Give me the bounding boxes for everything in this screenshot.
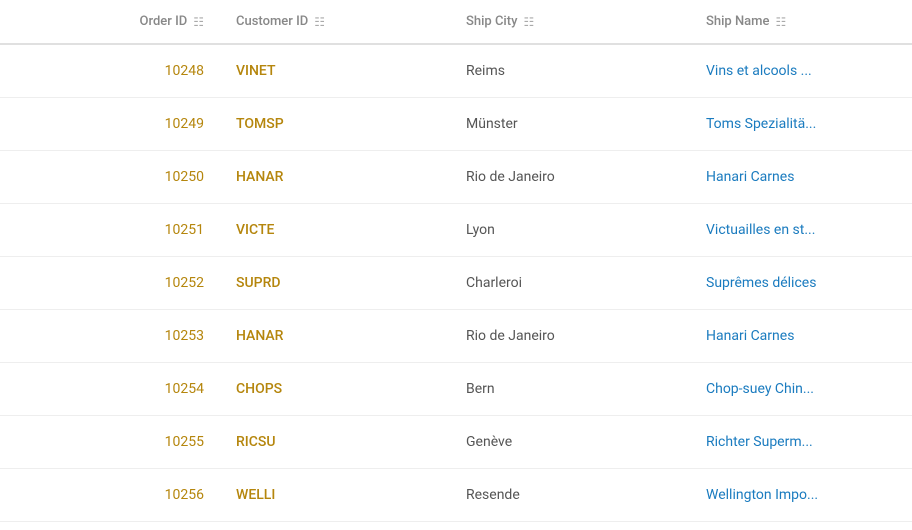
cell-order-id: 10256	[0, 469, 220, 522]
cell-order-id: 10248	[0, 44, 220, 98]
cell-customer-id: WELLI	[220, 469, 450, 522]
cell-ship-city: Rio de Janeiro	[450, 310, 690, 363]
cell-ship-city: Resende	[450, 469, 690, 522]
cell-customer-id: RICSU	[220, 416, 450, 469]
cell-ship-city: Bern	[450, 363, 690, 416]
cell-ship-name: Chop-suey Chin...	[690, 363, 912, 416]
ship-name-label: Ship Name	[706, 14, 769, 29]
cell-customer-id: VINET	[220, 44, 450, 98]
order-id-label: Order ID	[140, 14, 188, 29]
cell-order-id: 10253	[0, 310, 220, 363]
ship-city-label: Ship City	[466, 14, 517, 29]
table-row: 10248 VINET Reims Vins et alcools ...	[0, 44, 912, 98]
ship-city-filter-icon[interactable]: ☷	[523, 15, 534, 29]
cell-customer-id: VICTE	[220, 204, 450, 257]
cell-ship-name: Wellington Impo...	[690, 469, 912, 522]
cell-ship-name: Hanari Carnes	[690, 310, 912, 363]
cell-ship-name: Richter Superm...	[690, 416, 912, 469]
cell-ship-city: Münster	[450, 98, 690, 151]
col-header-order-id: Order ID ☷	[0, 0, 220, 44]
cell-ship-name: Victuailles en st...	[690, 204, 912, 257]
table-header-row: Order ID ☷ Customer ID ☷ Ship City ☷	[0, 0, 912, 44]
cell-customer-id: SUPRD	[220, 257, 450, 310]
cell-ship-city: Reims	[450, 44, 690, 98]
cell-order-id: 10249	[0, 98, 220, 151]
col-header-customer-id: Customer ID ☷	[220, 0, 450, 44]
table-row: 10256 WELLI Resende Wellington Impo...	[0, 469, 912, 522]
cell-customer-id: HANAR	[220, 151, 450, 204]
col-header-ship-city: Ship City ☷	[450, 0, 690, 44]
cell-order-id: 10250	[0, 151, 220, 204]
table-row: 10253 HANAR Rio de Janeiro Hanari Carnes	[0, 310, 912, 363]
orders-table: Order ID ☷ Customer ID ☷ Ship City ☷	[0, 0, 912, 522]
cell-ship-name: Hanari Carnes	[690, 151, 912, 204]
order-id-filter-icon[interactable]: ☷	[193, 15, 204, 29]
cell-ship-name: Toms Spezialitä...	[690, 98, 912, 151]
cell-order-id: 10255	[0, 416, 220, 469]
cell-ship-name: Vins et alcools ...	[690, 44, 912, 98]
cell-order-id: 10251	[0, 204, 220, 257]
cell-ship-city: Lyon	[450, 204, 690, 257]
col-header-ship-name: Ship Name ☷	[690, 0, 912, 44]
table-row: 10250 HANAR Rio de Janeiro Hanari Carnes	[0, 151, 912, 204]
cell-order-id: 10252	[0, 257, 220, 310]
table-row: 10249 TOMSP Münster Toms Spezialitä...	[0, 98, 912, 151]
customer-id-label: Customer ID	[236, 14, 308, 29]
ship-name-filter-icon[interactable]: ☷	[775, 15, 786, 29]
cell-ship-city: Genève	[450, 416, 690, 469]
cell-customer-id: CHOPS	[220, 363, 450, 416]
cell-ship-name: Suprêmes délices	[690, 257, 912, 310]
cell-customer-id: TOMSP	[220, 98, 450, 151]
cell-customer-id: HANAR	[220, 310, 450, 363]
cell-ship-city: Rio de Janeiro	[450, 151, 690, 204]
cell-order-id: 10254	[0, 363, 220, 416]
data-table: Order ID ☷ Customer ID ☷ Ship City ☷	[0, 0, 912, 530]
table-row: 10252 SUPRD Charleroi Suprêmes délices	[0, 257, 912, 310]
table-row: 10251 VICTE Lyon Victuailles en st...	[0, 204, 912, 257]
table-row: 10254 CHOPS Bern Chop-suey Chin...	[0, 363, 912, 416]
table-row: 10255 RICSU Genève Richter Superm...	[0, 416, 912, 469]
customer-id-filter-icon[interactable]: ☷	[314, 15, 325, 29]
cell-ship-city: Charleroi	[450, 257, 690, 310]
